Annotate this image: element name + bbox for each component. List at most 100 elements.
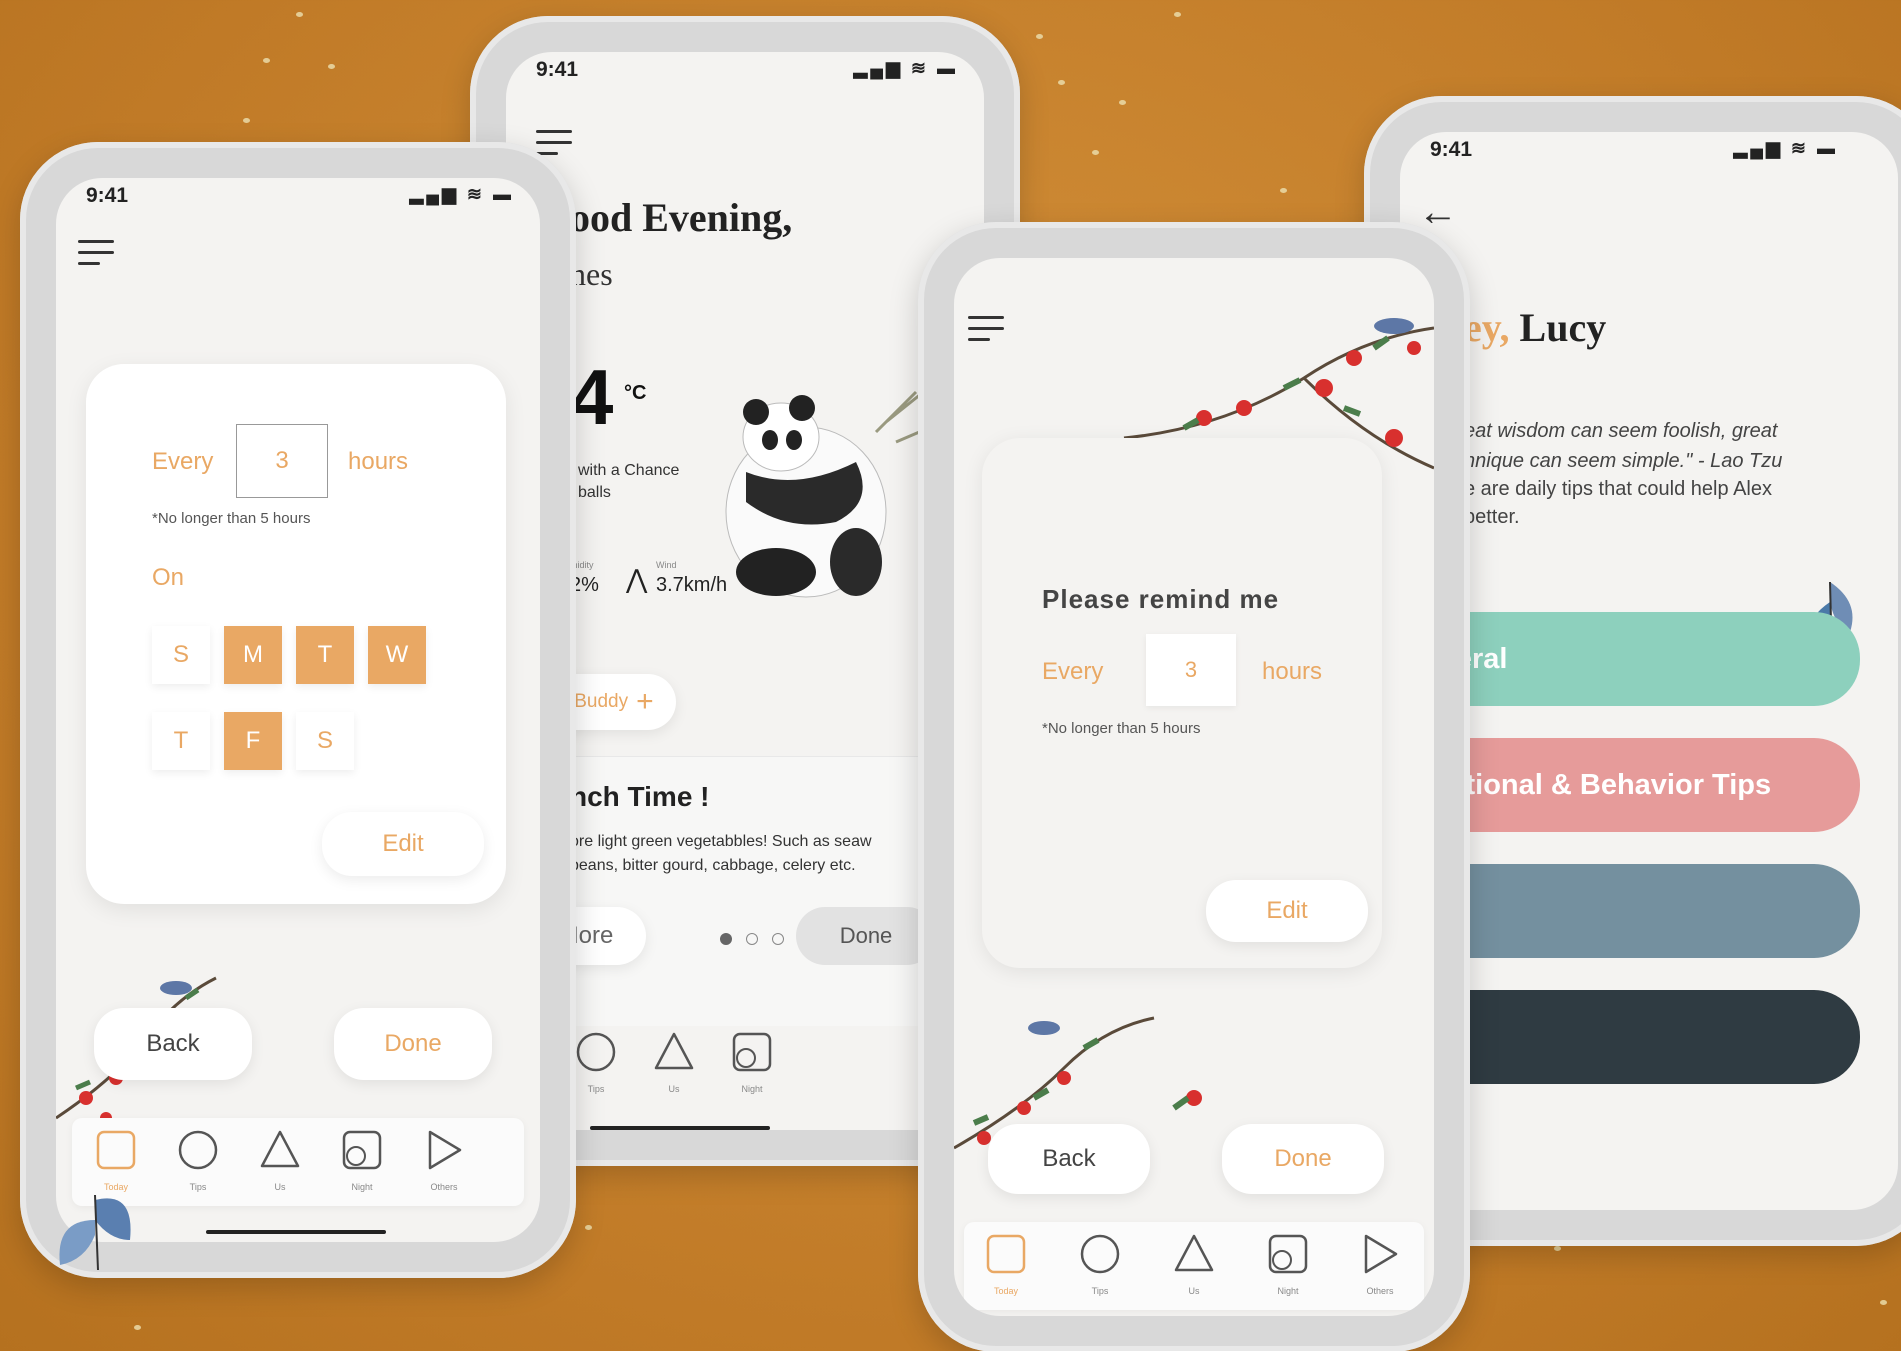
menu-icon[interactable] bbox=[536, 130, 572, 156]
back-button[interactable]: Back bbox=[94, 1008, 252, 1080]
day-wednesday[interactable]: W bbox=[368, 626, 426, 684]
tab-us[interactable]: Us bbox=[1154, 1230, 1234, 1306]
meal-done-label: Done bbox=[839, 923, 893, 948]
tab-today[interactable]: Today bbox=[966, 1230, 1046, 1306]
gold-speck bbox=[1880, 1300, 1887, 1305]
tab-us[interactable]: Us bbox=[634, 1028, 714, 1104]
forecast-line2: balls bbox=[578, 484, 611, 501]
meal-title: nch Time ! bbox=[570, 781, 710, 812]
gold-speck bbox=[1092, 150, 1099, 155]
play-icon bbox=[1364, 1234, 1398, 1274]
day-monday[interactable]: M bbox=[224, 626, 282, 684]
remind-title: Please remind me bbox=[1042, 584, 1280, 614]
page-dot bbox=[746, 933, 758, 945]
wind-arrow-icon: ⋀ bbox=[626, 564, 648, 594]
tab-tips-label: Tips bbox=[1091, 1286, 1109, 1296]
phone-schedule: 9:41 ▂▄▆ ≋ ▬ Every 3 hours *No longer th… bbox=[20, 142, 576, 1278]
home-tabbar: Tips Us Night bbox=[506, 1020, 984, 1120]
tab-us-label: Us bbox=[668, 1084, 680, 1094]
day-sunday[interactable]: S bbox=[152, 626, 210, 684]
back-label: Back bbox=[146, 1030, 200, 1057]
status-time: 9:41 bbox=[1430, 138, 1473, 161]
done-button[interactable]: Done bbox=[334, 1008, 492, 1080]
tab-night[interactable]: Night bbox=[712, 1028, 792, 1104]
gold-speck bbox=[1280, 188, 1287, 193]
gold-speck bbox=[1174, 12, 1181, 17]
forecast-line1: with a Chance bbox=[578, 462, 680, 479]
edit-button[interactable]: Edit bbox=[322, 812, 484, 876]
edit-button[interactable]: Edit bbox=[1206, 880, 1368, 942]
circle-icon bbox=[178, 1130, 218, 1170]
meal-done-button[interactable]: Done bbox=[796, 907, 936, 965]
tab-today-label: Today bbox=[993, 1286, 1019, 1296]
status-time: 9:41 bbox=[86, 184, 129, 207]
signal-wifi-battery-icon: ▂▄▆ ≋ ▬ bbox=[409, 184, 514, 204]
greeting-title: ood Evening, bbox=[570, 195, 793, 240]
tab-others[interactable]: Others bbox=[1340, 1230, 1420, 1306]
status-bar: 9:41 ▂▄▆ ≋ ▬ bbox=[56, 178, 540, 218]
hours-input[interactable]: 3 bbox=[1146, 634, 1236, 706]
tips-screen: 9:41 ▂▄▆ ≋ ▬ ← ey, Lucy eat wisdom can s… bbox=[1400, 132, 1898, 1210]
circle-icon bbox=[1080, 1234, 1120, 1274]
tab-night-label: Night bbox=[741, 1084, 763, 1094]
tab-others-label: Others bbox=[430, 1182, 458, 1192]
night-square-icon bbox=[732, 1032, 772, 1072]
temperature-unit: °C bbox=[624, 382, 647, 404]
day-label: S bbox=[316, 727, 333, 754]
home-indicator bbox=[206, 1230, 386, 1234]
page-dot bbox=[772, 933, 784, 945]
phone-remind: Please remind me Every 3 hours *No longe… bbox=[918, 222, 1470, 1351]
tab-others[interactable]: Others bbox=[404, 1126, 484, 1202]
night-square-icon bbox=[342, 1130, 382, 1170]
gold-speck bbox=[1036, 34, 1043, 39]
pagination-dots bbox=[720, 933, 790, 947]
home-indicator bbox=[590, 1126, 770, 1130]
quote-line3: e are daily tips that could help Alex bbox=[1464, 478, 1772, 500]
on-label: On bbox=[152, 564, 185, 591]
gold-speck bbox=[1119, 100, 1126, 105]
day-friday[interactable]: F bbox=[224, 712, 282, 770]
back-button[interactable]: Back bbox=[988, 1124, 1150, 1194]
schedule-card: Every 3 hours *No longer than 5 hours On… bbox=[86, 364, 506, 904]
gold-speck bbox=[296, 12, 303, 17]
day-thursday[interactable]: T bbox=[152, 712, 210, 770]
edit-label: Edit bbox=[1266, 897, 1308, 924]
back-label: Back bbox=[1042, 1145, 1096, 1172]
hours-input[interactable]: 3 bbox=[236, 424, 328, 498]
greeting-name: Lucy bbox=[1519, 305, 1607, 350]
wind-label: Wind bbox=[656, 560, 677, 570]
tab-others-label: Others bbox=[1366, 1286, 1394, 1296]
tab-night-label: Night bbox=[1277, 1286, 1299, 1296]
signal-wifi-battery-icon: ▂▄▆ ≋ ▬ bbox=[1733, 138, 1838, 158]
meal-text-line2: beans, bitter gourd, cabbage, celery etc… bbox=[570, 857, 856, 874]
every-label: Every bbox=[1042, 658, 1104, 685]
tab-night[interactable]: Night bbox=[322, 1126, 402, 1202]
tab-night-label: Night bbox=[351, 1182, 373, 1192]
day-label: T bbox=[317, 641, 333, 668]
tab-tips[interactable]: Tips bbox=[1060, 1230, 1140, 1306]
day-tuesday[interactable]: T bbox=[296, 626, 354, 684]
tab-us-label: Us bbox=[1188, 1286, 1200, 1296]
hours-note: *No longer than 5 hours bbox=[152, 510, 311, 527]
butterfly-illustration bbox=[59, 1194, 131, 1271]
menu-icon[interactable] bbox=[968, 316, 1004, 342]
day-label: F bbox=[245, 727, 261, 754]
tab-us[interactable]: Us bbox=[240, 1126, 320, 1202]
gold-speck bbox=[1058, 80, 1065, 85]
day-saturday[interactable]: S bbox=[296, 712, 354, 770]
tab-night[interactable]: Night bbox=[1248, 1230, 1328, 1306]
every-label: Every bbox=[152, 448, 214, 475]
triangle-icon bbox=[654, 1032, 694, 1070]
quote-line4: better. bbox=[1464, 506, 1520, 528]
page-dot-active bbox=[720, 933, 732, 945]
done-label: Done bbox=[384, 1030, 442, 1057]
wind-value: 3.7km/h bbox=[656, 574, 728, 596]
done-button[interactable]: Done bbox=[1222, 1124, 1384, 1194]
tab-tips[interactable]: Tips bbox=[158, 1126, 238, 1202]
quote-line1: eat wisdom can seem foolish, great bbox=[1464, 420, 1778, 442]
day-label: W bbox=[385, 641, 409, 668]
menu-icon[interactable] bbox=[78, 240, 114, 266]
gold-speck bbox=[134, 1325, 141, 1330]
home-screen: 9:41 ▂▄▆ ≋ ▬ ood Evening, nes 4 °C with … bbox=[506, 52, 984, 1130]
temperature-value: 4 bbox=[570, 353, 614, 441]
